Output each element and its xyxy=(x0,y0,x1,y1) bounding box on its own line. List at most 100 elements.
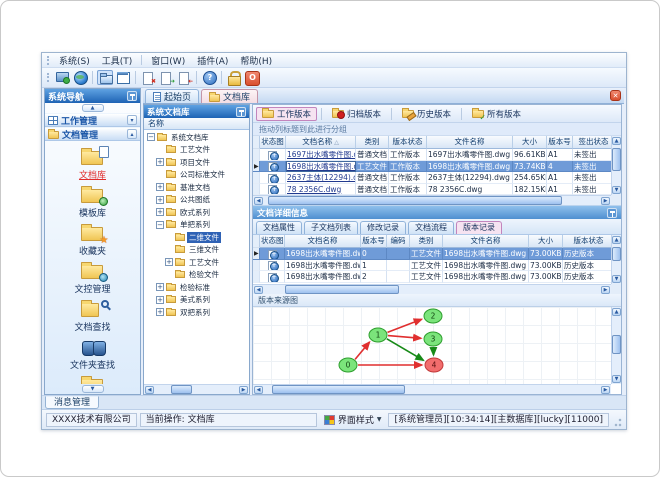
scroll-right-arrow[interactable]: ▶ xyxy=(601,285,610,294)
detail-tab-文档属性[interactable]: 文档属性 xyxy=(256,221,302,234)
toolbar-drag-grip[interactable] xyxy=(47,73,50,82)
scroll-right-arrow[interactable]: ▶ xyxy=(239,385,248,394)
tree-node-系统文档库[interactable]: − 系统文档库 xyxy=(144,131,249,144)
menu-item[interactable]: 插件(A) xyxy=(191,53,234,68)
folder-open-icon[interactable] xyxy=(97,70,113,85)
column-header-版本号[interactable]: 版本号 xyxy=(547,136,573,149)
window-layout-icon[interactable] xyxy=(115,70,131,85)
table-row[interactable]: 1698出水嘴零件图.dwg2工艺文件1698出水嘴零件图.dwg73.00KB… xyxy=(253,271,611,283)
tab-文档库[interactable]: 文档库 xyxy=(201,89,259,103)
expand-icon[interactable]: + xyxy=(156,195,164,204)
graph-hscrollbar[interactable]: ◀ ▶ xyxy=(253,384,611,394)
sidebar-group-work[interactable]: 工作管理 ▾ xyxy=(45,113,140,127)
message-manager-tab[interactable]: 消息管理 xyxy=(45,396,100,409)
menu-item[interactable]: 工具(T) xyxy=(96,53,139,68)
chevron-down-icon[interactable]: ▼ xyxy=(81,385,104,393)
detail-tab-版本记录[interactable]: 版本记录 xyxy=(456,221,502,234)
expand-icon[interactable]: + xyxy=(156,283,164,292)
expand-icon[interactable]: + xyxy=(165,258,173,267)
column-header-状态图[interactable]: 状态图 xyxy=(260,136,286,149)
doc-mail-icon[interactable] xyxy=(140,70,156,85)
scroll-thumb[interactable] xyxy=(268,196,563,205)
column-header-编码[interactable]: 编码 xyxy=(387,235,410,248)
scroll-up-arrow[interactable]: ▲ xyxy=(612,236,621,244)
document-name-link[interactable]: 78 2356C.dwg xyxy=(287,185,341,194)
sidebar-item-文控管理[interactable]: 文控管理 xyxy=(50,261,136,296)
table-row[interactable]: 2637主体(12294).dwg普通文档工作版本2637主体(12294).d… xyxy=(253,172,611,184)
scroll-down-arrow[interactable]: ▼ xyxy=(612,186,621,194)
chevron-up-icon[interactable]: ▴ xyxy=(127,129,137,139)
tree-node-双把系列[interactable]: + 双把系列 xyxy=(144,306,249,319)
expand-icon[interactable]: + xyxy=(156,308,164,317)
group-by-hint[interactable]: 拖动列标题到此进行分组 xyxy=(253,123,621,136)
lock-icon[interactable] xyxy=(226,70,242,86)
tree-node-公司标准文件[interactable]: 公司标准文件 xyxy=(144,169,249,182)
globe-icon[interactable] xyxy=(72,70,88,85)
table-row[interactable]: ▶1698出水嘴零件图.dwg工艺文件工作版本1698出水嘴零件图.dwg73.… xyxy=(253,160,611,172)
chevron-up-icon[interactable]: ▲ xyxy=(81,104,104,112)
document-name-link[interactable]: 1698出水嘴零件图.dwg xyxy=(287,162,355,171)
column-header-版本状态[interactable]: 版本状态 xyxy=(563,235,611,248)
tree-node-基准文档[interactable]: + 基准文档 xyxy=(144,181,249,194)
scroll-track[interactable] xyxy=(612,318,621,373)
chevron-down-icon[interactable]: ▾ xyxy=(127,115,137,125)
tree-node-欧式系列[interactable]: + 欧式系列 xyxy=(144,206,249,219)
sidebar-item-文件夹查找[interactable]: 文件夹查找 xyxy=(50,337,136,372)
tree-horizontal-scrollbar[interactable]: ◀ ▶ xyxy=(144,384,249,394)
document-name-link[interactable]: 1697出水嘴零件图.dwg xyxy=(287,150,355,159)
table-row[interactable]: 1697出水嘴零件图.dwg普通文档工作版本1697出水嘴零件图.dwg96.6… xyxy=(253,149,611,161)
menu-item[interactable]: 帮助(H) xyxy=(234,53,278,68)
sidebar-group-doc[interactable]: 文档管理 ▴ xyxy=(45,127,140,141)
tree-node-项目文件[interactable]: + 项目文件 xyxy=(144,156,249,169)
expand-icon[interactable]: + xyxy=(156,158,164,167)
tree-node-三维文件[interactable]: 三维文件 xyxy=(144,244,249,257)
sidebar-item-签出的文档[interactable]: 签出的文档 xyxy=(50,375,136,384)
column-header-版本状态[interactable]: 版本状态 xyxy=(389,136,427,149)
pin-icon[interactable] xyxy=(127,91,137,101)
document-name-link[interactable]: 2637主体(12294).dwg xyxy=(287,173,355,182)
detail-tab-修改记录[interactable]: 修改记录 xyxy=(360,221,406,234)
table-row[interactable]: ▶1698出水嘴零件图.dwg0工艺文件1698出水嘴零件图.dwg73.00K… xyxy=(253,248,611,260)
scroll-track[interactable] xyxy=(612,246,621,273)
tree-node-工艺文件[interactable]: 工艺文件 xyxy=(144,144,249,157)
menu-item[interactable]: 系统(S) xyxy=(53,53,96,68)
sidebar-item-模板库[interactable]: 模板库 xyxy=(50,185,136,220)
scroll-right-arrow[interactable]: ▶ xyxy=(601,196,610,205)
version-graph[interactable]: 0 1 2 3 4 xyxy=(253,307,611,384)
tree-node-单把系列[interactable]: − 单把系列 xyxy=(144,219,249,232)
column-header-状态图[interactable]: 状态图 xyxy=(260,235,285,248)
sidebar-scroll-up[interactable]: ▲ xyxy=(45,103,140,113)
documents-grid-hscrollbar[interactable]: ◀ ▶ xyxy=(253,195,611,205)
scroll-thumb[interactable] xyxy=(612,334,621,354)
column-header-大小[interactable]: 大小 xyxy=(529,235,563,248)
scroll-up-arrow[interactable]: ▲ xyxy=(612,137,621,145)
pin-icon[interactable] xyxy=(236,106,246,117)
column-header-类别[interactable]: 类别 xyxy=(410,235,443,248)
version-filter-所有版本[interactable]: 所有版本 xyxy=(466,107,527,122)
tree-node-检验文件[interactable]: 检验文件 xyxy=(144,269,249,282)
close-icon[interactable]: ✕ xyxy=(610,90,621,101)
column-header-文档名称[interactable]: 文档名称 △ xyxy=(286,136,356,149)
version-grid-hscrollbar[interactable]: ◀ ▶ xyxy=(253,284,611,294)
column-header-文件名称[interactable]: 文件名称 xyxy=(443,235,529,248)
scroll-thumb[interactable] xyxy=(612,246,621,262)
version-filter-工作版本[interactable]: 工作版本 xyxy=(256,106,318,121)
documents-grid-vscrollbar[interactable]: ▲ ▼ xyxy=(611,136,621,195)
detail-tab-子文档列表[interactable]: 子文档列表 xyxy=(304,221,358,234)
exit-icon[interactable] xyxy=(244,70,260,86)
scroll-left-arrow[interactable]: ◀ xyxy=(145,385,154,394)
sidebar-scroll-down[interactable]: ▼ xyxy=(45,384,140,394)
scroll-thumb[interactable] xyxy=(271,385,406,394)
tab-起始页[interactable]: 起始页 xyxy=(145,89,200,103)
detail-tab-文档流程[interactable]: 文档流程 xyxy=(408,221,454,234)
monitor-icon[interactable] xyxy=(54,70,70,85)
version-filter-历史版本[interactable]: 历史版本 xyxy=(396,107,457,121)
column-header-文档名称[interactable]: 文档名称 xyxy=(285,235,361,248)
interface-style-dropdown[interactable]: 界面样式 ▼ xyxy=(320,413,386,427)
column-header-签出状态[interactable]: 签出状态 xyxy=(573,136,611,149)
tree-node-检验标准[interactable]: + 检验标准 xyxy=(144,281,249,294)
expand-icon[interactable]: + xyxy=(156,295,164,304)
scroll-right-arrow[interactable]: ▶ xyxy=(601,385,610,394)
menu-item[interactable]: 窗口(W) xyxy=(145,53,191,68)
expand-icon[interactable]: + xyxy=(156,183,164,192)
